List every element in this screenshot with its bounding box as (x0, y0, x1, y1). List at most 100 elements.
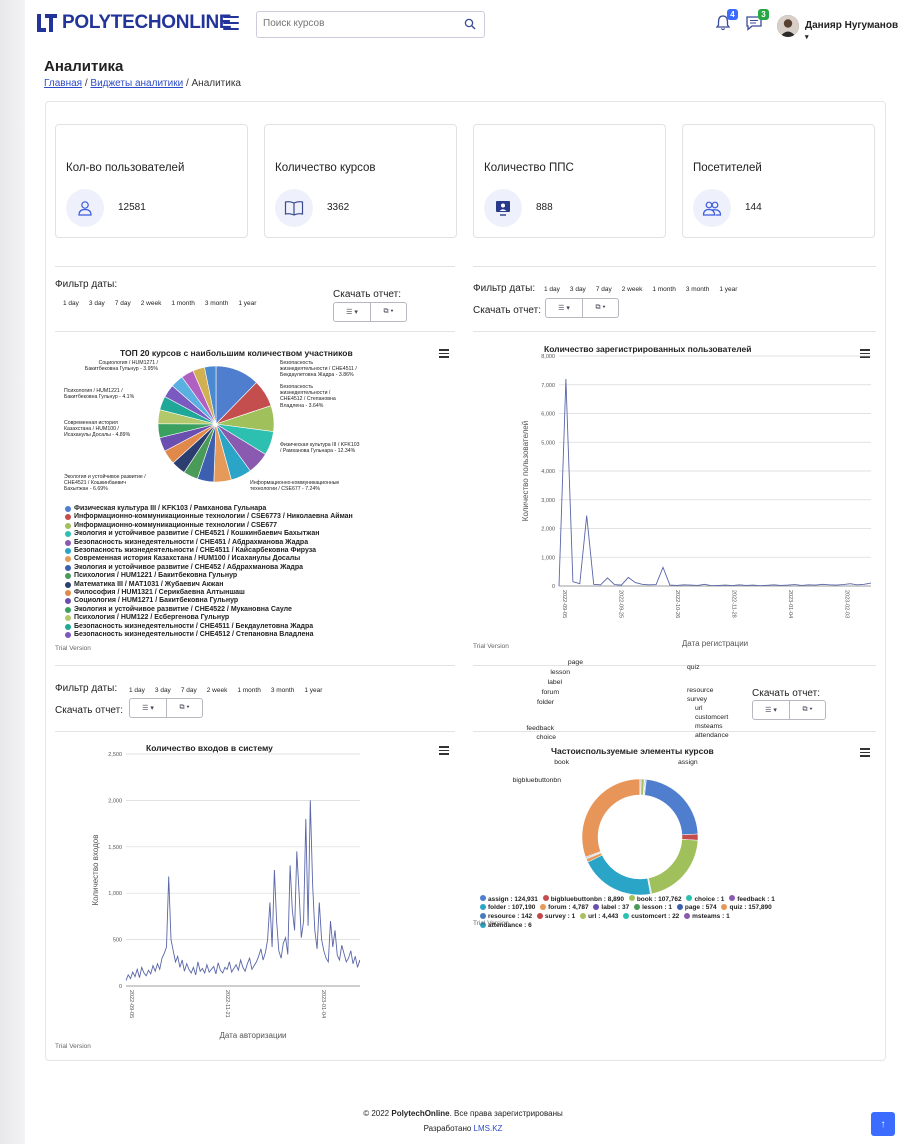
legend-item[interactable]: forum : 4,787 (540, 903, 589, 911)
filter-7day[interactable]: 7 day (176, 687, 202, 694)
filter-2week[interactable]: 2 week (617, 286, 648, 293)
series-line[interactable] (558, 378, 872, 587)
download-button-group: ☰ ▾ ⧉ ▾ (545, 298, 619, 318)
y-tick-label: 1,000 (108, 891, 122, 897)
export-dropdown-button[interactable]: ⧉ ▾ (789, 701, 825, 719)
filter-1day[interactable]: 1 day (124, 687, 150, 694)
menu-toggle-icon[interactable] (223, 16, 239, 30)
avatar[interactable] (777, 15, 799, 37)
notifications-bell-icon[interactable]: 4 (714, 9, 738, 34)
filter-1day[interactable]: 1 day (58, 300, 84, 307)
export-dropdown-button[interactable]: ⧉ ▾ (166, 699, 202, 717)
left-shadow (0, 0, 25, 1144)
legend-item[interactable]: Психология / HUM1221 / Бакитбековна Гуль… (65, 572, 365, 580)
filter-1day[interactable]: 1 day (539, 286, 565, 293)
export-dropdown-button[interactable]: ⧉ ▾ (582, 299, 618, 317)
donut-slice[interactable] (648, 839, 699, 895)
legend-item[interactable]: Безопасность жизнедеятельности / CHE4511… (65, 623, 365, 631)
legend-item[interactable]: page : 574 (676, 903, 717, 911)
legend-item[interactable]: Безопасность жизнедеятельности / CHE4512… (65, 631, 365, 639)
donut-slice[interactable] (581, 778, 641, 858)
stat-value: 144 (745, 202, 762, 213)
filter-1month[interactable]: 1 month (232, 687, 266, 694)
legend-item[interactable]: Психология / HUM122 / Есбергенова Гульну… (65, 614, 365, 622)
filter-1month[interactable]: 1 month (166, 300, 200, 307)
stat-card-users: Кол-во пользователей 12581 (55, 124, 248, 238)
legend-item[interactable]: Информационно-коммуникационные технологи… (65, 513, 365, 521)
legend-item[interactable]: Социология / HUM1271 / Бакитбековна Гуль… (65, 597, 365, 605)
legend-item[interactable]: Современная история Казахстана / HUM100 … (65, 555, 365, 563)
legend-item[interactable]: assign : 124,931 (480, 895, 538, 903)
breadcrumb: Главная / Виджеты аналитики / Аналитика (44, 78, 241, 89)
y-tick-label: 3,000 (541, 498, 555, 504)
legend-item[interactable]: Безопасность жизнедеятельности / CHE451 … (65, 539, 365, 547)
filter-1year[interactable]: 1 year (714, 286, 742, 293)
messages-icon[interactable]: 3 (745, 9, 769, 34)
filter-1year[interactable]: 1 year (299, 687, 327, 694)
legend-item[interactable]: url : 4,443 (580, 912, 618, 920)
filter-3day[interactable]: 3 day (84, 300, 110, 307)
filter-3day[interactable]: 3 day (565, 286, 591, 293)
user-icon (66, 189, 104, 227)
legend-item[interactable]: Информационно-коммуникационные технологи… (65, 522, 365, 530)
donut-label: attendance (695, 732, 729, 739)
donut-slice[interactable] (587, 854, 651, 896)
filter-1year[interactable]: 1 year (233, 300, 261, 307)
legend-dot (480, 903, 486, 910)
filter-3day[interactable]: 3 day (150, 687, 176, 694)
developer-link[interactable]: LMS.KZ (474, 1124, 503, 1133)
scroll-to-top-button[interactable]: ↑ (871, 1112, 895, 1136)
donut-label: msteams (695, 723, 723, 730)
legend-item[interactable]: bigbluebuttonbn : 8,890 (542, 895, 624, 903)
chart-menu-icon[interactable] (439, 746, 449, 755)
filter-2week[interactable]: 2 week (202, 687, 233, 694)
chart-menu-icon[interactable] (860, 748, 870, 757)
legend-dot (65, 606, 71, 613)
filter-1month[interactable]: 1 month (647, 286, 681, 293)
legend-item[interactable]: Экология и устойчивое развитие / CHE452 … (65, 564, 365, 572)
chart-menu-icon[interactable] (439, 349, 449, 358)
breadcrumb-widgets[interactable]: Виджеты аналитики (90, 78, 183, 89)
filter-3month[interactable]: 3 month (200, 300, 234, 307)
legend-dot (634, 903, 641, 910)
user-menu[interactable]: Данияр Нугуманов ▾ (805, 20, 901, 42)
legend-item[interactable]: survey : 1 (536, 912, 575, 920)
legend-label: Математика III / MAT1031 / Жубаевич Акжа… (74, 580, 224, 588)
legend-label: folder : 107,190 (488, 904, 536, 912)
legend-item[interactable]: lesson : 1 (634, 903, 672, 911)
legend-item[interactable]: quiz : 157,890 (721, 903, 772, 911)
pie-label: Экология и устойчивое развитие / CHE4521… (64, 474, 146, 493)
x-tick-label: 2022-10-26 (674, 590, 680, 618)
legend-item[interactable]: msteams : 1 (684, 912, 730, 920)
filter-2week[interactable]: 2 week (136, 300, 167, 307)
logo[interactable]: POLYTECHONLINE (36, 12, 232, 34)
breadcrumb-home[interactable]: Главная (44, 78, 82, 89)
legend-item[interactable]: label : 37 (593, 903, 629, 911)
search-icon[interactable] (464, 18, 476, 30)
search-input[interactable] (257, 12, 447, 35)
page-title: Аналитика (44, 58, 124, 75)
list-dropdown-button[interactable]: ☰ ▾ (334, 303, 370, 321)
list-dropdown-button[interactable]: ☰ ▾ (753, 701, 789, 719)
filter-3month[interactable]: 3 month (266, 687, 300, 694)
filter-3month[interactable]: 3 month (681, 286, 715, 293)
legend-item[interactable]: book : 107,762 (628, 895, 682, 903)
stat-title: Количество курсов (275, 162, 376, 174)
series-line[interactable] (125, 800, 360, 981)
legend-item[interactable]: customcert : 22 (623, 912, 679, 920)
legend-item[interactable]: Экология и устойчивое развитие / CHE4521… (65, 530, 365, 538)
legend-label: Психология / HUM1221 / Бакитбековна Гуль… (74, 572, 238, 580)
legend-item[interactable]: feedback : 1 (729, 895, 775, 903)
export-dropdown-button[interactable]: ⧉ ▾ (370, 303, 406, 321)
legend-item[interactable]: folder : 107,190 (480, 903, 536, 912)
donut-chart (581, 778, 699, 896)
list-dropdown-button[interactable]: ☰ ▾ (546, 299, 582, 317)
filter-7day[interactable]: 7 day (110, 300, 136, 307)
legend-item[interactable]: Безопасность жизнедеятельности / CHE4511… (65, 547, 365, 555)
legend-item[interactable]: choice : 1 (686, 895, 724, 903)
stat-value: 888 (536, 202, 553, 213)
list-dropdown-button[interactable]: ☰ ▾ (130, 699, 166, 717)
filter-7day[interactable]: 7 day (591, 286, 617, 293)
donut-slice[interactable] (639, 778, 699, 836)
legend-item[interactable]: Математика III / MAT1031 / Жубаевич Акжа… (65, 581, 365, 589)
